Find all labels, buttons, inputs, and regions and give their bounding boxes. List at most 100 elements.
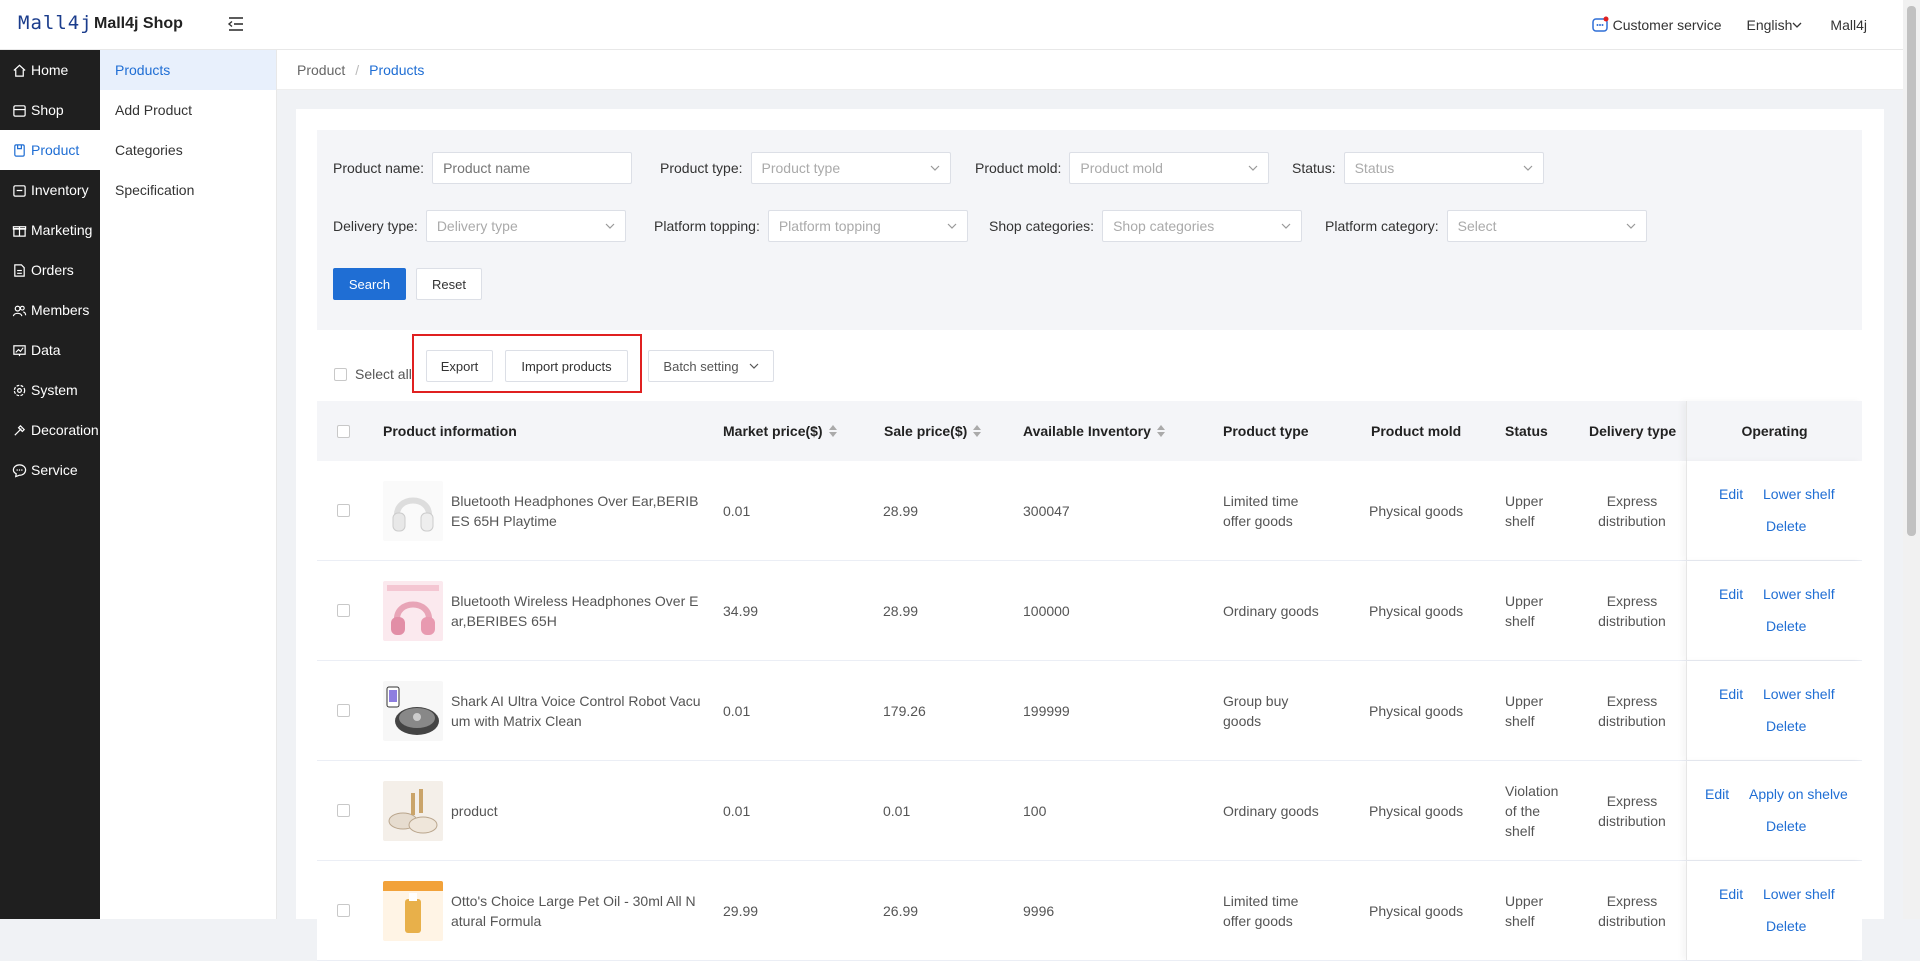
breadcrumb-parent[interactable]: Product [297, 62, 345, 78]
shop-categories-select[interactable]: Shop categories [1102, 210, 1303, 242]
user-menu[interactable]: Mall4j [1830, 17, 1867, 33]
delete-link[interactable]: Delete [1766, 618, 1806, 634]
gear-icon [13, 384, 26, 396]
sidebar-item-members[interactable]: Members [0, 290, 100, 330]
row-checkbox[interactable] [337, 704, 350, 717]
table-row: product 0.01 0.01 100 Ordinary goods Phy… [317, 761, 1862, 861]
product-type: goods [1223, 712, 1262, 729]
table-row: Bluetooth Wireless Headphones Over Ear,B… [317, 561, 1862, 661]
row-checkbox[interactable] [337, 804, 350, 817]
delete-link[interactable]: Delete [1766, 518, 1806, 534]
customer-service-link[interactable]: Customer service [1591, 16, 1722, 34]
header-checkbox[interactable] [337, 424, 350, 438]
product-mold: Physical goods [1369, 702, 1464, 719]
product-type: Limited time [1223, 492, 1299, 509]
lower-shelf-link[interactable]: Lower shelf [1763, 686, 1835, 702]
product-thumbnail[interactable] [383, 480, 443, 541]
product-name[interactable]: product [451, 801, 701, 821]
apply-on-shelve-link[interactable]: Apply on shelve [1749, 786, 1848, 802]
sale-price: 28.99 [883, 502, 919, 519]
product-name[interactable]: Otto's Choice Large Pet Oil - 30ml All N… [451, 891, 701, 931]
language-select[interactable]: English [1747, 17, 1803, 33]
delivery-type: distribution [1598, 812, 1666, 829]
batch-setting-dropdown[interactable]: Batch setting [648, 350, 774, 382]
inventory: 300047 [1023, 502, 1070, 519]
delete-link[interactable]: Delete [1766, 818, 1806, 834]
delivery-type: distribution [1598, 612, 1666, 629]
submenu-item-categories[interactable]: Categories [100, 130, 276, 170]
search-button[interactable]: Search [333, 268, 406, 300]
edit-link[interactable]: Edit [1719, 686, 1743, 702]
reset-button[interactable]: Reset [416, 268, 482, 300]
headphones-image [383, 480, 443, 541]
chevron-down-icon [749, 363, 759, 369]
product-name[interactable]: Shark AI Ultra Voice Control Robot Vacuu… [451, 691, 701, 731]
lower-shelf-link[interactable]: Lower shelf [1763, 486, 1835, 502]
sort-icon [828, 425, 837, 437]
sidebar-item-decoration[interactable]: Decoration [0, 410, 100, 450]
sidebar-item-label: Marketing [31, 222, 93, 238]
delete-link[interactable]: Delete [1766, 718, 1806, 734]
platform-topping-select[interactable]: Platform topping [767, 210, 968, 242]
edit-link[interactable]: Edit [1719, 486, 1743, 502]
lower-shelf-link[interactable]: Lower shelf [1763, 586, 1835, 602]
col-market-price[interactable]: Market price($) [723, 401, 837, 461]
table-header: Product information Market price($) Sale… [317, 401, 1862, 461]
sidebar-item-product[interactable]: Product [0, 130, 100, 170]
sidebar-item-data[interactable]: Data [0, 330, 100, 370]
cookware-image [383, 780, 443, 841]
sidebar-item-orders[interactable]: Orders [0, 250, 100, 290]
status-select[interactable]: Status [1343, 152, 1544, 184]
product-name[interactable]: Bluetooth Headphones Over Ear,BERIBES 65… [451, 491, 701, 531]
edit-link[interactable]: Edit [1705, 786, 1729, 802]
status: Upper [1505, 492, 1544, 509]
sidebar-item-system[interactable]: System [0, 370, 100, 410]
status-label: Status: [1292, 160, 1336, 176]
delivery-type: Express [1606, 592, 1658, 609]
delivery-type-select[interactable]: Delivery type [425, 210, 626, 242]
logo-mark: Mall4j [18, 12, 93, 34]
product-thumbnail[interactable] [383, 880, 443, 941]
sidebar-item-marketing[interactable]: Marketing [0, 210, 100, 250]
platform-category-select[interactable]: Select [1446, 210, 1647, 242]
sidebar-item-service[interactable]: Service [0, 450, 100, 490]
lower-shelf-link[interactable]: Lower shelf [1763, 886, 1835, 902]
submenu-item-add-product[interactable]: Add Product [100, 90, 276, 130]
col-inventory[interactable]: Available Inventory [1023, 401, 1165, 461]
edit-link[interactable]: Edit [1719, 586, 1743, 602]
import-products-button[interactable]: Import products [505, 350, 628, 382]
page-scrollbar[interactable] [1903, 0, 1920, 919]
product-thumbnail[interactable] [383, 680, 443, 741]
edit-link[interactable]: Edit [1719, 886, 1743, 902]
product-mold: Physical goods [1369, 502, 1464, 519]
product-thumbnail[interactable] [383, 580, 443, 641]
chevron-down-icon [1248, 165, 1258, 171]
product-type-label: Product type: [660, 160, 743, 176]
product-name[interactable]: Bluetooth Wireless Headphones Over Ear,B… [451, 591, 701, 631]
row-checkbox[interactable] [337, 504, 350, 517]
sidebar-item-inventory[interactable]: Inventory [0, 170, 100, 210]
market-price: 0.01 [723, 702, 751, 719]
col-sale-price[interactable]: Sale price($) [884, 401, 982, 461]
submenu-item-specification[interactable]: Specification [100, 170, 276, 210]
sort-icon [1156, 425, 1165, 437]
product-type-select[interactable]: Product type [750, 152, 951, 184]
menu-fold-icon[interactable] [226, 14, 246, 34]
sidebar-item-label: Shop [31, 102, 64, 118]
row-checkbox[interactable] [337, 604, 350, 617]
inventory: 9996 [1023, 902, 1055, 919]
delete-link[interactable]: Delete [1766, 918, 1806, 934]
select-all-checkbox[interactable] [334, 367, 347, 381]
export-button[interactable]: Export [426, 350, 493, 382]
product-mold-select[interactable]: Product mold [1069, 152, 1270, 184]
product-type: offer goods [1223, 912, 1293, 929]
sidebar-item-home[interactable]: Home [0, 50, 100, 90]
product-thumbnail[interactable] [383, 780, 443, 841]
select-all-label: Select all [355, 366, 412, 382]
sidebar-item-label: Service [31, 462, 78, 478]
product-name-input[interactable] [432, 152, 633, 184]
row-checkbox[interactable] [337, 904, 350, 917]
submenu-item-products[interactable]: Products [100, 50, 276, 90]
scrollbar-thumb[interactable] [1907, 6, 1916, 536]
sidebar-item-shop[interactable]: Shop [0, 90, 100, 130]
